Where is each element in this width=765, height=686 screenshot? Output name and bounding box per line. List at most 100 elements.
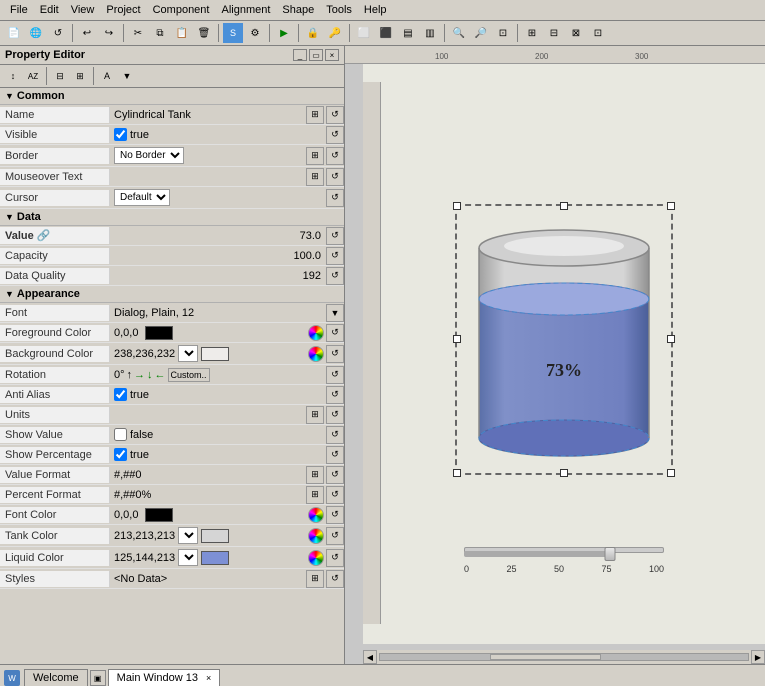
tank-color-reset-btn[interactable]: ↺ bbox=[326, 527, 344, 545]
prop-tb-more-btn[interactable]: ▼ bbox=[118, 67, 136, 85]
section-data[interactable]: ▼ Data bbox=[0, 209, 344, 226]
grid3-btn[interactable]: ⊠ bbox=[566, 23, 586, 43]
handle-tl[interactable] bbox=[453, 202, 461, 210]
prop-tb-filter-btn[interactable]: A bbox=[98, 67, 116, 85]
appearance-toggle[interactable]: ▼ bbox=[5, 289, 14, 299]
rot-up-btn[interactable]: ↑ bbox=[127, 369, 133, 381]
units-edit-btn[interactable]: ⊞ bbox=[306, 406, 324, 424]
mouseover-edit-btn[interactable]: ⊞ bbox=[306, 168, 324, 186]
styles-reset-btn[interactable]: ↺ bbox=[326, 570, 344, 588]
prop-minimize-btn[interactable]: _ bbox=[293, 49, 307, 61]
tank-color-select[interactable]: ▼ bbox=[178, 527, 198, 544]
rot-right-btn[interactable]: → bbox=[134, 369, 145, 381]
data-toggle[interactable]: ▼ bbox=[5, 212, 14, 222]
common-toggle[interactable]: ▼ bbox=[5, 91, 14, 101]
menu-shape[interactable]: Shape bbox=[276, 2, 320, 18]
bg-color-reset-btn[interactable]: ↺ bbox=[326, 345, 344, 363]
zoom-in-btn[interactable]: 🔍 bbox=[449, 23, 469, 43]
unlock-btn[interactable]: 🔑 bbox=[325, 23, 345, 43]
align3-btn[interactable]: ▤ bbox=[398, 23, 418, 43]
tank-color-box[interactable] bbox=[201, 529, 229, 543]
border-reset-btn[interactable]: ↺ bbox=[326, 147, 344, 165]
value-format-edit-btn[interactable]: ⊞ bbox=[306, 466, 324, 484]
pct-format-reset-btn[interactable]: ↺ bbox=[326, 486, 344, 504]
fg-color-wheel-btn[interactable] bbox=[308, 325, 324, 341]
align2-btn[interactable]: ⬛ bbox=[376, 23, 396, 43]
prop-tb-sort-btn[interactable]: ↕ bbox=[4, 67, 22, 85]
font-color-box[interactable] bbox=[145, 508, 173, 522]
handle-ml[interactable] bbox=[453, 335, 461, 343]
cursor-select[interactable]: Default bbox=[114, 189, 170, 206]
tab-main-window[interactable]: Main Window 13 × bbox=[108, 669, 221, 686]
rotation-reset-btn[interactable]: ↺ bbox=[326, 366, 344, 384]
section-common[interactable]: ▼ Common bbox=[0, 88, 344, 105]
undo-btn[interactable]: ↩ bbox=[77, 23, 97, 43]
handle-mr[interactable] bbox=[667, 335, 675, 343]
section-appearance[interactable]: ▼ Appearance bbox=[0, 286, 344, 303]
handle-br[interactable] bbox=[667, 469, 675, 477]
show-pct-checkbox[interactable] bbox=[114, 448, 127, 461]
border-edit-btn[interactable]: ⊞ bbox=[306, 147, 324, 165]
menu-alignment[interactable]: Alignment bbox=[215, 2, 276, 18]
handle-bl[interactable] bbox=[453, 469, 461, 477]
grid1-btn[interactable]: ⊞ bbox=[522, 23, 542, 43]
align4-btn[interactable]: ▥ bbox=[420, 23, 440, 43]
antialias-reset-btn[interactable]: ↺ bbox=[326, 386, 344, 404]
zoom-out-btn[interactable]: 🔎 bbox=[471, 23, 491, 43]
menu-component[interactable]: Component bbox=[147, 2, 216, 18]
save-btn[interactable]: S bbox=[223, 23, 243, 43]
lock-btn[interactable]: 🔒 bbox=[303, 23, 323, 43]
align1-btn[interactable]: ⬜ bbox=[354, 23, 374, 43]
liquid-color-reset-btn[interactable]: ↺ bbox=[326, 549, 344, 567]
menu-project[interactable]: Project bbox=[100, 2, 146, 18]
font-dropdown-btn[interactable]: ▼ bbox=[326, 304, 344, 322]
fit-btn[interactable]: ⊡ bbox=[493, 23, 513, 43]
font-color-wheel-btn[interactable] bbox=[308, 507, 324, 523]
menu-edit[interactable]: Edit bbox=[34, 2, 65, 18]
tools-btn[interactable]: ⚙ bbox=[245, 23, 265, 43]
scroll-left-btn[interactable]: ◀ bbox=[363, 650, 377, 664]
mouseover-reset-btn[interactable]: ↺ bbox=[326, 168, 344, 186]
value-format-reset-btn[interactable]: ↺ bbox=[326, 466, 344, 484]
bg-color-select[interactable]: ▼ bbox=[178, 345, 198, 362]
units-reset-btn[interactable]: ↺ bbox=[326, 406, 344, 424]
antialias-checkbox[interactable] bbox=[114, 388, 127, 401]
show-value-reset-btn[interactable]: ↺ bbox=[326, 426, 344, 444]
tab-welcome[interactable]: Welcome bbox=[24, 669, 88, 686]
fg-color-box[interactable] bbox=[145, 326, 173, 340]
grid4-btn[interactable]: ⊡ bbox=[588, 23, 608, 43]
canvas-main[interactable]: 73% 0 25 50 75 100 bbox=[363, 64, 765, 644]
capacity-reset-btn[interactable]: ↺ bbox=[326, 247, 344, 265]
visible-reset-btn[interactable]: ↺ bbox=[326, 126, 344, 144]
delete-btn[interactable]: 🗑 bbox=[194, 23, 214, 43]
visible-checkbox[interactable] bbox=[114, 128, 127, 141]
grid2-btn[interactable]: ⊟ bbox=[544, 23, 564, 43]
cursor-reset-btn[interactable]: ↺ bbox=[326, 189, 344, 207]
rot-left-btn[interactable]: ← bbox=[155, 369, 166, 381]
tank-color-wheel-btn[interactable] bbox=[308, 528, 324, 544]
slider-thumb[interactable] bbox=[605, 547, 616, 561]
name-reset-btn[interactable]: ↺ bbox=[326, 106, 344, 124]
menu-help[interactable]: Help bbox=[358, 2, 393, 18]
liquid-color-wheel-btn[interactable] bbox=[308, 550, 324, 566]
play-btn[interactable]: ▶ bbox=[274, 23, 294, 43]
value-reset-btn[interactable]: ↺ bbox=[326, 227, 344, 245]
liquid-color-box[interactable] bbox=[201, 551, 229, 565]
rot-down-btn[interactable]: ↓ bbox=[147, 369, 153, 381]
copy-btn[interactable]: ⧉ bbox=[150, 23, 170, 43]
cut-btn[interactable]: ✂ bbox=[128, 23, 148, 43]
fg-color-reset-btn[interactable]: ↺ bbox=[326, 324, 344, 342]
new-btn[interactable]: 📄 bbox=[4, 23, 24, 43]
paste-btn[interactable]: 📋 bbox=[172, 23, 192, 43]
menu-tools[interactable]: Tools bbox=[320, 2, 358, 18]
bg-color-box[interactable] bbox=[201, 347, 229, 361]
handle-bc[interactable] bbox=[560, 469, 568, 477]
custom-btn[interactable]: Custom.. bbox=[168, 368, 210, 382]
dq-reset-btn[interactable]: ↺ bbox=[326, 267, 344, 285]
bg-color-wheel-btn[interactable] bbox=[308, 346, 324, 362]
scroll-right-btn[interactable]: ▶ bbox=[751, 650, 765, 664]
handle-tr[interactable] bbox=[667, 202, 675, 210]
prop-restore-btn[interactable]: ▭ bbox=[309, 49, 323, 61]
styles-edit-btn[interactable]: ⊞ bbox=[306, 570, 324, 588]
pct-format-edit-btn[interactable]: ⊞ bbox=[306, 486, 324, 504]
